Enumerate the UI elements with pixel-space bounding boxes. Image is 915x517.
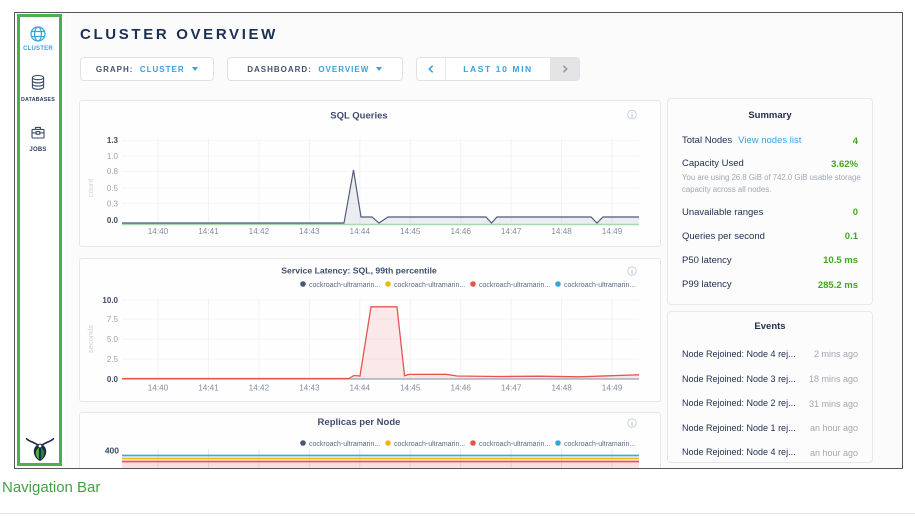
svg-text:14:42: 14:42: [249, 227, 270, 236]
svg-text:10.0: 10.0: [102, 296, 118, 305]
svg-text:cockroach-ultramarin...: cockroach-ultramarin...: [479, 282, 550, 289]
svg-text:0.0: 0.0: [107, 375, 119, 384]
svg-text:14:45: 14:45: [400, 384, 421, 393]
svg-text:1.3: 1.3: [107, 136, 119, 145]
svg-text:14:47: 14:47: [501, 227, 522, 236]
svg-text:cockroach-ultramarin...: cockroach-ultramarin...: [564, 441, 635, 448]
svg-text:14:46: 14:46: [450, 384, 471, 393]
svg-text:400: 400: [105, 446, 119, 456]
svg-text:14:48: 14:48: [551, 227, 572, 236]
svg-text:cockroach-ultramarin...: cockroach-ultramarin...: [564, 282, 635, 289]
svg-text:SQL Queries: SQL Queries: [330, 111, 387, 122]
svg-text:cockroach-ultramarin...: cockroach-ultramarin...: [309, 441, 380, 448]
svg-text:14:41: 14:41: [198, 227, 219, 236]
svg-text:14:45: 14:45: [400, 227, 421, 236]
svg-text:14:47: 14:47: [501, 384, 522, 393]
svg-text:14:40: 14:40: [148, 384, 169, 393]
svg-text:14:49: 14:49: [602, 384, 623, 393]
svg-text:1.0: 1.0: [107, 152, 119, 161]
svg-text:5.0: 5.0: [107, 335, 119, 344]
svg-text:14:44: 14:44: [350, 384, 371, 393]
svg-text:14:44: 14:44: [350, 227, 371, 236]
svg-text:7.5: 7.5: [107, 315, 119, 324]
svg-text:seconds: seconds: [86, 325, 95, 353]
svg-text:14:43: 14:43: [299, 384, 320, 393]
svg-text:14:49: 14:49: [602, 227, 623, 236]
svg-text:cockroach-ultramarin...: cockroach-ultramarin...: [479, 441, 550, 448]
svg-text:Service Latency: SQL, 99th per: Service Latency: SQL, 99th percentile: [281, 266, 437, 276]
svg-text:0.8: 0.8: [107, 167, 119, 176]
svg-text:0.0: 0.0: [107, 216, 119, 225]
svg-text:0.3: 0.3: [107, 199, 119, 208]
svg-text:14:43: 14:43: [299, 227, 320, 236]
svg-text:14:41: 14:41: [198, 384, 219, 393]
svg-text:2.5: 2.5: [107, 355, 119, 364]
svg-text:0.5: 0.5: [107, 184, 119, 193]
svg-text:cockroach-ultramarin...: cockroach-ultramarin...: [394, 441, 465, 448]
svg-text:cockroach-ultramarin...: cockroach-ultramarin...: [394, 282, 465, 289]
svg-text:Replicas per Node: Replicas per Node: [318, 417, 401, 428]
svg-text:count: count: [86, 178, 95, 197]
svg-text:cockroach-ultramarin...: cockroach-ultramarin...: [309, 282, 380, 289]
svg-text:14:46: 14:46: [450, 227, 471, 236]
svg-text:14:40: 14:40: [148, 227, 169, 236]
svg-text:14:42: 14:42: [249, 384, 270, 393]
svg-text:14:48: 14:48: [551, 384, 572, 393]
